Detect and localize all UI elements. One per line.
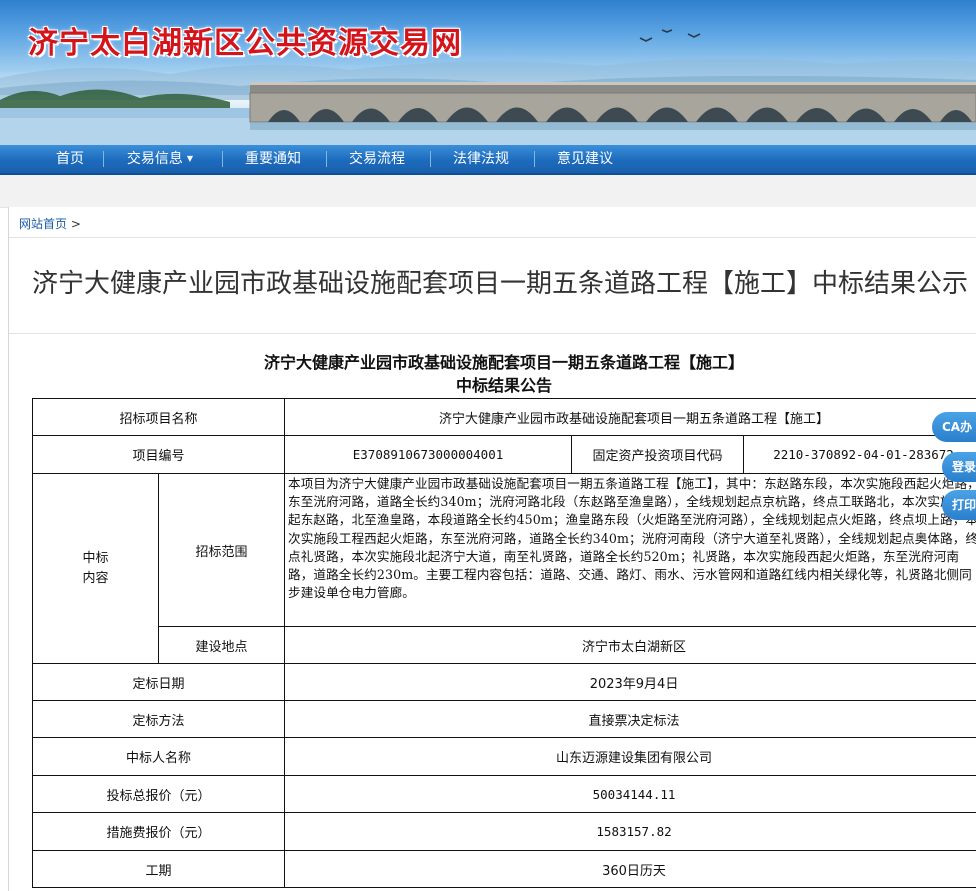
table-row: 招标项目名称 济宁大健康产业园市政基础设施配套项目一期五条道路工程【施工】	[31, 398, 976, 436]
period-value: 360日历天	[284, 850, 976, 888]
table-row: 工期 360日历天	[31, 850, 976, 888]
site-banner: 济宁太白湖新区公共资源交易网	[0, 0, 976, 145]
nav-divider	[326, 151, 327, 167]
nav-process-label: 交易流程	[349, 151, 405, 167]
table-row: 定标日期 2023年9月4日	[31, 663, 976, 701]
content-label-text: 中标内容	[82, 550, 109, 586]
table-row: 项目编号 E3708910673000004001 固定资产投资项目代码 221…	[31, 435, 976, 474]
table-row: 措施费报价（元） 1583157.82	[31, 812, 976, 851]
nav-laws[interactable]: 法律法规	[440, 145, 522, 173]
table-row: 定标方法 直接票决定标法	[31, 700, 976, 738]
article-container: 网站首页 > 济宁大健康产业园市政基础设施配套项目一期五条道路工程【施工】中标结…	[8, 207, 976, 891]
total-bid-label: 投标总报价（元）	[31, 775, 286, 813]
nav-process[interactable]: 交易流程	[336, 145, 418, 173]
print-button[interactable]: 打印	[942, 490, 976, 520]
project-code-label: 项目编号	[31, 435, 286, 474]
award-date-value: 2023年9月4日	[284, 663, 976, 701]
notice-heading-line1: 济宁大健康产业园市政基础设施配套项目一期五条道路工程【施工】	[263, 353, 744, 372]
nav-feedback[interactable]: 意见建议	[544, 145, 626, 173]
nav-trade-info[interactable]: 交易信息 ▼	[110, 145, 210, 173]
award-result-table: 招标项目名称 济宁大健康产业园市政基础设施配套项目一期五条道路工程【施工】 项目…	[31, 398, 976, 888]
nav-divider	[103, 151, 104, 167]
table-row: 建设地点 济宁市太白湖新区	[33, 626, 976, 664]
asset-code-label: 固定资产投资项目代码	[571, 435, 745, 474]
breadcrumb-separator: >	[70, 217, 81, 231]
measure-fee-value: 1583157.82	[284, 812, 976, 851]
nav-spacer	[0, 175, 976, 208]
scope-label: 招标范围	[157, 473, 286, 627]
total-bid-value: 50034144.11	[284, 775, 976, 813]
nav-notices-label: 重要通知	[245, 151, 301, 167]
nav-divider	[430, 151, 431, 167]
caret-down-icon: ▼	[186, 154, 194, 163]
award-method-label: 定标方法	[31, 700, 286, 738]
nav-home[interactable]: 首页	[40, 145, 100, 173]
location-label: 建设地点	[157, 626, 286, 664]
nav-laws-label: 法律法规	[453, 151, 509, 167]
page-title: 济宁大健康产业园市政基础设施配套项目一期五条道路工程【施工】中标结果公示	[31, 269, 968, 299]
ca-handle-button[interactable]: CA办	[932, 412, 976, 442]
table-row: 投标总报价（元） 50034144.11	[31, 775, 976, 813]
title-divider	[9, 333, 976, 334]
winner-label: 中标人名称	[31, 737, 286, 776]
login-button[interactable]: 登录	[942, 452, 976, 482]
award-date-label: 定标日期	[31, 663, 286, 701]
period-label: 工期	[31, 850, 286, 888]
notice-heading: 济宁大健康产业园市政基础设施配套项目一期五条道路工程【施工】 中标结果公告	[9, 351, 976, 397]
main-nav: 首页 交易信息 ▼ 重要通知 交易流程 法律法规 意见建议	[0, 145, 976, 175]
project-code-value: E3708910673000004001	[284, 435, 573, 474]
nav-feedback-label: 意见建议	[557, 151, 613, 167]
print-label: 打印	[952, 498, 976, 512]
breadcrumb: 网站首页 >	[19, 215, 81, 232]
project-name-label: 招标项目名称	[31, 398, 286, 436]
table-row: 中标人名称 山东迈源建设集团有限公司	[31, 737, 976, 776]
nav-home-label: 首页	[56, 151, 84, 167]
nav-trade-info-label: 交易信息	[126, 151, 183, 167]
nav-divider	[534, 151, 535, 167]
nav-divider	[222, 151, 223, 167]
breadcrumb-divider	[9, 237, 976, 238]
location-value: 济宁市太白湖新区	[284, 626, 976, 664]
winner-value: 山东迈源建设集团有限公司	[284, 737, 976, 776]
notice-heading-line2: 中标结果公告	[455, 376, 552, 395]
measure-fee-label: 措施费报价（元）	[31, 812, 286, 851]
content-label: 中标内容	[32, 473, 159, 664]
scope-value: 本项目为济宁大健康产业园市政基础设施配套项目一期五条道路工程【施工】，其中：东赵…	[284, 473, 976, 627]
project-name-value: 济宁大健康产业园市政基础设施配套项目一期五条道路工程【施工】	[284, 398, 976, 436]
site-title: 济宁太白湖新区公共资源交易网	[28, 26, 462, 61]
award-method-value: 直接票决定标法	[284, 700, 976, 738]
login-label: 登录	[952, 460, 976, 474]
nav-notices[interactable]: 重要通知	[232, 145, 314, 173]
ca-handle-label: CA办	[942, 420, 973, 434]
breadcrumb-home-link[interactable]: 网站首页	[19, 217, 67, 231]
table-row: 中标内容 招标范围 本项目为济宁大健康产业园市政基础设施配套项目一期五条道路工程…	[32, 473, 976, 664]
